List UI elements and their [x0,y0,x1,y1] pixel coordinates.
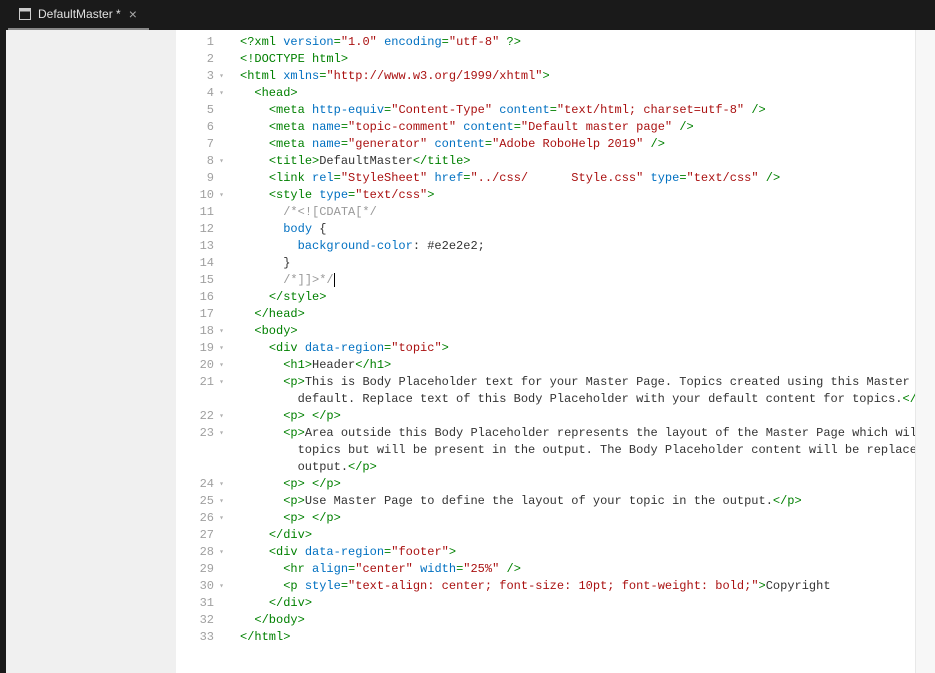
code-line[interactable]: <body> [240,323,915,340]
gutter-line: 17 [176,306,224,323]
gutter-line: 4▾ [176,85,224,102]
code-line[interactable]: } [240,255,915,272]
gutter-line: 19▾ [176,340,224,357]
gutter-line: 5 [176,102,224,119]
code-line[interactable]: body { [240,221,915,238]
code-line[interactable]: <h1>Header</h1> [240,357,915,374]
code-line[interactable]: <p> </p> [240,408,915,425]
gutter-line: 14 [176,255,224,272]
gutter-line: 20▾ [176,357,224,374]
code-line[interactable]: <p>This is Body Placeholder text for you… [240,374,915,391]
code-line[interactable]: <link rel="StyleSheet" href="../css/ Sty… [240,170,915,187]
code-line[interactable]: background-color: #e2e2e2; [240,238,915,255]
code-line[interactable]: /*<![CDATA[*/ [240,204,915,221]
code-line[interactable]: </body> [240,612,915,629]
editor-margin [6,30,176,673]
gutter-line: 29 [176,561,224,578]
editor-area: 123▾4▾5678▾910▾1112131415161718▾19▾20▾21… [0,30,935,673]
gutter-line-wrap [176,442,224,459]
gutter-line: 32 [176,612,224,629]
gutter-line-wrap [176,459,224,476]
code-line[interactable]: </style> [240,289,915,306]
code-content[interactable]: <?xml version="1.0" encoding="utf-8" ?><… [234,30,915,673]
gutter-line: 10▾ [176,187,224,204]
code-line[interactable]: <meta name="topic-comment" content="Defa… [240,119,915,136]
code-line[interactable]: <p> </p> [240,510,915,527]
gutter-line: 28▾ [176,544,224,561]
gutter-line: 6 [176,119,224,136]
gutter-line: 3▾ [176,68,224,85]
code-line[interactable]: </head> [240,306,915,323]
code-line[interactable]: <hr align="center" width="25%" /> [240,561,915,578]
gutter-line: 33 [176,629,224,646]
gutter-line: 11 [176,204,224,221]
gutter-line: 8▾ [176,153,224,170]
code-line[interactable]: <p style="text-align: center; font-size:… [240,578,915,595]
code-line-wrap[interactable]: output.</p> [240,459,915,476]
gutter-line: 15 [176,272,224,289]
gutter-line: 25▾ [176,493,224,510]
code-line[interactable]: <title>DefaultMaster</title> [240,153,915,170]
gutter-line-wrap [176,391,224,408]
tab-title: DefaultMaster * [38,7,121,21]
tab-bar: DefaultMaster * × [0,0,935,30]
gutter-line: 27 [176,527,224,544]
code-line-wrap[interactable]: topics but will be present in the output… [240,442,915,459]
gutter-line: 24▾ [176,476,224,493]
code-line[interactable]: <?xml version="1.0" encoding="utf-8" ?> [240,34,915,51]
code-line[interactable]: <p>Use Master Page to define the layout … [240,493,915,510]
file-icon [18,7,32,21]
gutter-line: 21▾ [176,374,224,391]
code-line-wrap[interactable]: default. Replace text of this Body Place… [240,391,915,408]
gutter-line: 31 [176,595,224,612]
code-line[interactable]: </div> [240,595,915,612]
gutter-line: 2 [176,51,224,68]
code-line[interactable]: <!DOCTYPE html> [240,51,915,68]
code-line[interactable]: <head> [240,85,915,102]
gutter-line: 26▾ [176,510,224,527]
code-line[interactable]: </div> [240,527,915,544]
gutter-line: 16 [176,289,224,306]
gutter-line: 18▾ [176,323,224,340]
gutter-line: 22▾ [176,408,224,425]
code-line[interactable]: <p>Area outside this Body Placeholder re… [240,425,915,442]
code-line[interactable]: <div data-region="topic"> [240,340,915,357]
gutter-line: 1 [176,34,224,51]
code-line[interactable]: <html xmlns="http://www.w3.org/1999/xhtm… [240,68,915,85]
tab-defaultmaster[interactable]: DefaultMaster * × [8,0,149,30]
code-line[interactable]: /*]]>*/ [240,272,915,289]
gutter-line: 7 [176,136,224,153]
code-line[interactable]: <div data-region="footer"> [240,544,915,561]
code-line[interactable]: <meta http-equiv="Content-Type" content=… [240,102,915,119]
code-editor[interactable]: 123▾4▾5678▾910▾1112131415161718▾19▾20▾21… [176,30,915,673]
code-line[interactable]: <meta name="generator" content="Adobe Ro… [240,136,915,153]
code-line[interactable]: <p> </p> [240,476,915,493]
code-line[interactable]: <style type="text/css"> [240,187,915,204]
code-line[interactable]: </html> [240,629,915,646]
scrollbar-track[interactable] [915,30,935,673]
gutter-line: 23▾ [176,425,224,442]
gutter-line: 13 [176,238,224,255]
line-gutter: 123▾4▾5678▾910▾1112131415161718▾19▾20▾21… [176,30,234,673]
close-icon[interactable]: × [127,6,139,22]
gutter-line: 9 [176,170,224,187]
gutter-line: 30▾ [176,578,224,595]
gutter-line: 12 [176,221,224,238]
